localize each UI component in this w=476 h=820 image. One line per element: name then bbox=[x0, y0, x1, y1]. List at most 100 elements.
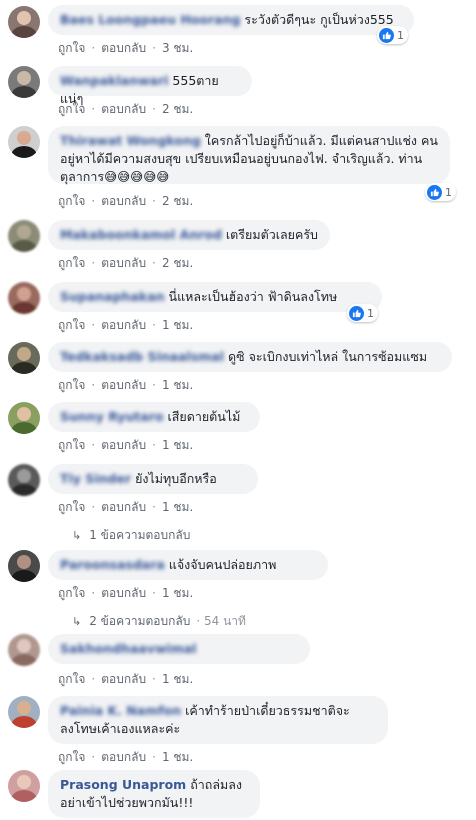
like-link[interactable]: ถูกใจ bbox=[58, 438, 85, 452]
comment-actions: ถูกใจ · ตอบกลับ · 1 ชม. bbox=[58, 750, 194, 764]
comment-time[interactable]: 3 ชม. bbox=[162, 41, 193, 55]
commenter-name[interactable]: Makaboonkamol Anrod bbox=[60, 227, 222, 242]
avatar[interactable] bbox=[8, 464, 40, 496]
comment-actions: ถูกใจ · ตอบกลับ · 1 ชม. bbox=[58, 500, 194, 514]
comment-bubble: Wanpaklanwari 555ตายแน่ๆ bbox=[48, 66, 252, 106]
commenter-name[interactable]: Painia K. Namfon bbox=[60, 703, 181, 718]
comment-text: ดูซิ จะเบิกงบเท่าไหล่ ในการซ้อมแซม bbox=[228, 349, 428, 364]
reaction-count-text: 1 bbox=[445, 185, 452, 199]
reply-arrow-icon: ↳ bbox=[72, 615, 82, 628]
like-link[interactable]: ถูกใจ bbox=[58, 500, 85, 514]
comment-actions: ถูกใจ · ตอบกลับ · 2 ชม. bbox=[58, 256, 194, 270]
avatar[interactable] bbox=[8, 220, 40, 252]
comment-time[interactable]: 1 ชม. bbox=[162, 750, 193, 764]
commenter-name[interactable]: Supanaphakan bbox=[60, 289, 165, 304]
comment-bubble: Painia K. Namfon เค้าทำร้ายป่าเดี๋ยวธรรม… bbox=[48, 696, 388, 744]
like-link[interactable]: ถูกใจ bbox=[58, 194, 85, 208]
commenter-name[interactable]: Tedkaksadb Sinaalsmal bbox=[60, 349, 224, 364]
reply-link[interactable]: ตอบกลับ bbox=[101, 438, 146, 452]
comment-actions: ถูกใจ · ตอบกลับ · 2 ชม. bbox=[58, 194, 194, 208]
comment-time[interactable]: 2 ชม. bbox=[162, 194, 193, 208]
comment-actions: ถูกใจ · ตอบกลับ · 1 ชม. bbox=[58, 586, 194, 600]
comment-time[interactable]: 2 ชม. bbox=[162, 102, 193, 116]
comment-actions: ถูกใจ · ตอบกลับ · 1 ชม. bbox=[58, 378, 194, 392]
comment-actions: ถูกใจ · ตอบกลับ · 1 ชม. bbox=[58, 438, 194, 452]
comment-bubble: Tiy Sinder ยังไม่ทุบอีกหรือ bbox=[48, 464, 258, 494]
comment-actions: ถูกใจ · ตอบกลับ · 1 ชม. bbox=[58, 672, 194, 686]
comment-bubble: Sakhondhaavwimal bbox=[48, 634, 310, 664]
like-icon bbox=[379, 27, 394, 43]
comment-bubble: Baes Loongpaeu Hoorang ระวังตัวดีๆนะ กูเ… bbox=[48, 5, 414, 35]
comment-text: เตรียมตัวเลยครับ bbox=[225, 227, 318, 242]
reply-link[interactable]: ตอบกลับ bbox=[101, 194, 146, 208]
reply-link[interactable]: ตอบกลับ bbox=[101, 750, 146, 764]
reaction-count-text: 1 bbox=[397, 28, 404, 42]
commenter-name[interactable]: Wanpaklanwari bbox=[60, 73, 168, 88]
view-replies-link[interactable]: ↳ 1 ข้อความตอบกลับ bbox=[72, 526, 190, 545]
comment-time[interactable]: 1 ชม. bbox=[162, 672, 193, 686]
comment-time[interactable]: 2 ชม. bbox=[162, 256, 193, 270]
reply-link[interactable]: ตอบกลับ bbox=[101, 378, 146, 392]
like-icon bbox=[427, 184, 442, 200]
like-link[interactable]: ถูกใจ bbox=[58, 750, 85, 764]
avatar[interactable] bbox=[8, 66, 40, 98]
avatar[interactable] bbox=[8, 126, 40, 158]
reaction-count-text: 1 bbox=[367, 306, 374, 320]
commenter-name[interactable]: Tiy Sinder bbox=[60, 471, 131, 486]
comment-time[interactable]: 1 ชม. bbox=[162, 438, 193, 452]
comment-time[interactable]: 1 ชม. bbox=[162, 500, 193, 514]
like-link[interactable]: ถูกใจ bbox=[58, 318, 85, 332]
commenter-name[interactable]: Sakhondhaavwimal bbox=[60, 641, 197, 656]
avatar[interactable] bbox=[8, 282, 40, 314]
commenter-name[interactable]: Baes Loongpaeu Hoorang bbox=[60, 12, 240, 27]
comment-text: ยังไม่ทุบอีกหรือ bbox=[135, 471, 217, 486]
reply-link[interactable]: ตอบกลับ bbox=[101, 672, 146, 686]
like-link[interactable]: ถูกใจ bbox=[58, 672, 85, 686]
avatar[interactable] bbox=[8, 342, 40, 374]
commenter-name[interactable]: Sunny Ryutaro bbox=[60, 409, 163, 424]
commenter-name[interactable]: Prasong Unaprom bbox=[60, 777, 186, 792]
comment-bubble: Prasong Unaprom ถ้าถล่มลง อย่าเข้าไปช่วย… bbox=[48, 770, 260, 818]
comment-bubble: Supanaphakan นี่แหละเป็นฮ้องว่า ฟ้าดินลง… bbox=[48, 282, 382, 312]
comment-actions: ถูกใจ · ตอบกลับ · 1 ชม. bbox=[58, 318, 194, 332]
avatar[interactable] bbox=[8, 634, 40, 666]
comment-text: นี่แหละเป็นฮ้องว่า ฟ้าดินลงโทษ bbox=[168, 289, 338, 304]
reply-link[interactable]: ตอบกลับ bbox=[101, 256, 146, 270]
comment-bubble: Thirawat Wongkong ใครกล้าไปอยู่ก็บ้าแล้ว… bbox=[48, 126, 450, 184]
avatar[interactable] bbox=[8, 696, 40, 728]
comment-text: แจ้งจับคนปล่อยภาพ bbox=[168, 557, 277, 572]
replies-count: 1 ข้อความตอบกลับ bbox=[89, 528, 191, 542]
like-link[interactable]: ถูกใจ bbox=[58, 256, 85, 270]
reply-link[interactable]: ตอบกลับ bbox=[101, 41, 146, 55]
reply-link[interactable]: ตอบกลับ bbox=[101, 318, 146, 332]
reaction-count[interactable]: 1 bbox=[377, 26, 408, 44]
comment-actions: ถูกใจ · ตอบกลับ · 2 ชม. bbox=[58, 102, 194, 116]
comment-text: เสียดายต้นไม้ bbox=[167, 409, 241, 424]
replies-count: 2 ข้อความตอบกลับ bbox=[89, 614, 191, 628]
commenter-name[interactable]: Paroonsasdara bbox=[60, 557, 165, 572]
comment-time[interactable]: 1 ชม. bbox=[162, 586, 193, 600]
replies-time: 54 นาที bbox=[204, 614, 246, 628]
commenter-name[interactable]: Thirawat Wongkong bbox=[60, 133, 201, 148]
avatar[interactable] bbox=[8, 6, 40, 38]
avatar[interactable] bbox=[8, 550, 40, 582]
avatar[interactable] bbox=[8, 402, 40, 434]
reply-link[interactable]: ตอบกลับ bbox=[101, 586, 146, 600]
comment-actions: ถูกใจ · ตอบกลับ · 3 ชม. bbox=[58, 41, 194, 55]
like-link[interactable]: ถูกใจ bbox=[58, 41, 85, 55]
comment-time[interactable]: 1 ชม. bbox=[162, 378, 193, 392]
comment-text: ระวังตัวดีๆนะ กูเป็นห่วง555 bbox=[244, 12, 394, 27]
comment-bubble: Tedkaksadb Sinaalsmal ดูซิ จะเบิกงบเท่าไ… bbox=[48, 342, 452, 372]
reply-link[interactable]: ตอบกลับ bbox=[101, 102, 146, 116]
like-link[interactable]: ถูกใจ bbox=[58, 102, 85, 116]
like-link[interactable]: ถูกใจ bbox=[58, 586, 85, 600]
comment-time[interactable]: 1 ชม. bbox=[162, 318, 193, 332]
reaction-count[interactable]: 1 bbox=[425, 183, 456, 201]
reaction-count[interactable]: 1 bbox=[347, 304, 378, 322]
comment-bubble: Sunny Ryutaro เสียดายต้นไม้ bbox=[48, 402, 260, 432]
comment-bubble: Makaboonkamol Anrod เตรียมตัวเลยครับ bbox=[48, 220, 330, 250]
view-replies-link[interactable]: ↳ 2 ข้อความตอบกลับ · 54 นาที bbox=[72, 612, 246, 631]
like-link[interactable]: ถูกใจ bbox=[58, 378, 85, 392]
reply-link[interactable]: ตอบกลับ bbox=[101, 500, 146, 514]
avatar[interactable] bbox=[8, 770, 40, 802]
